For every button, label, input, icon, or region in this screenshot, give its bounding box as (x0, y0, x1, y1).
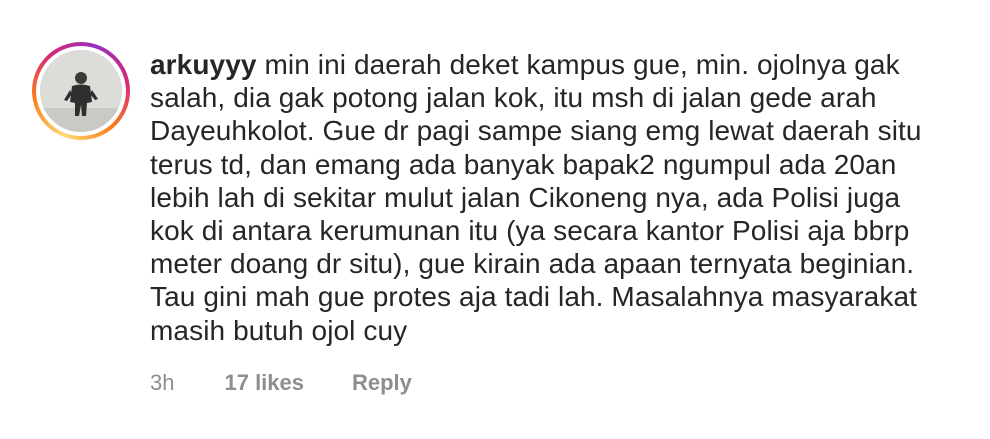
comment-text-line: lebih lah di sekitar mulut jalan Cikonen… (150, 181, 901, 213)
comment-text-line: salah, dia gak potong jalan kok, itu msh… (150, 82, 877, 114)
timestamp: 3h (150, 370, 175, 395)
comment-body: arkuyyy min ini daerah deket kampus gue,… (150, 48, 950, 347)
profile-photo-icon (40, 50, 122, 132)
likes-count-button[interactable]: 17 likes (224, 370, 304, 396)
avatar-frame (36, 46, 126, 136)
reply-button[interactable]: Reply (352, 370, 412, 396)
story-ring[interactable] (32, 42, 130, 140)
username-link[interactable]: arkuyyy (150, 49, 257, 80)
comment-text-line: masih butuh ojol cuy (150, 314, 408, 346)
comment-text-line: meter doang dr situ), gue kirain ada apa… (150, 248, 915, 280)
avatar[interactable] (40, 50, 122, 132)
comment-line: arkuyyy min ini daerah deket kampus gue,… (150, 48, 950, 81)
comment-text-line: Dayeuhkolot. Gue dr pagi sampe siang emg… (150, 115, 922, 147)
comment-text-line: kok di antara kerumunan itu (ya secara k… (150, 215, 910, 247)
comment-text-line: terus td, dan emang ada banyak bapak2 ng… (150, 148, 897, 180)
comment-text-line: min ini daerah deket kampus gue, min. oj… (264, 49, 900, 80)
comment-text-line: Tau gini mah gue protes aja tadi lah. Ma… (150, 281, 917, 313)
comment: arkuyyy min ini daerah deket kampus gue,… (0, 0, 990, 439)
comment-meta: 3h 17 likes Reply (150, 370, 412, 396)
